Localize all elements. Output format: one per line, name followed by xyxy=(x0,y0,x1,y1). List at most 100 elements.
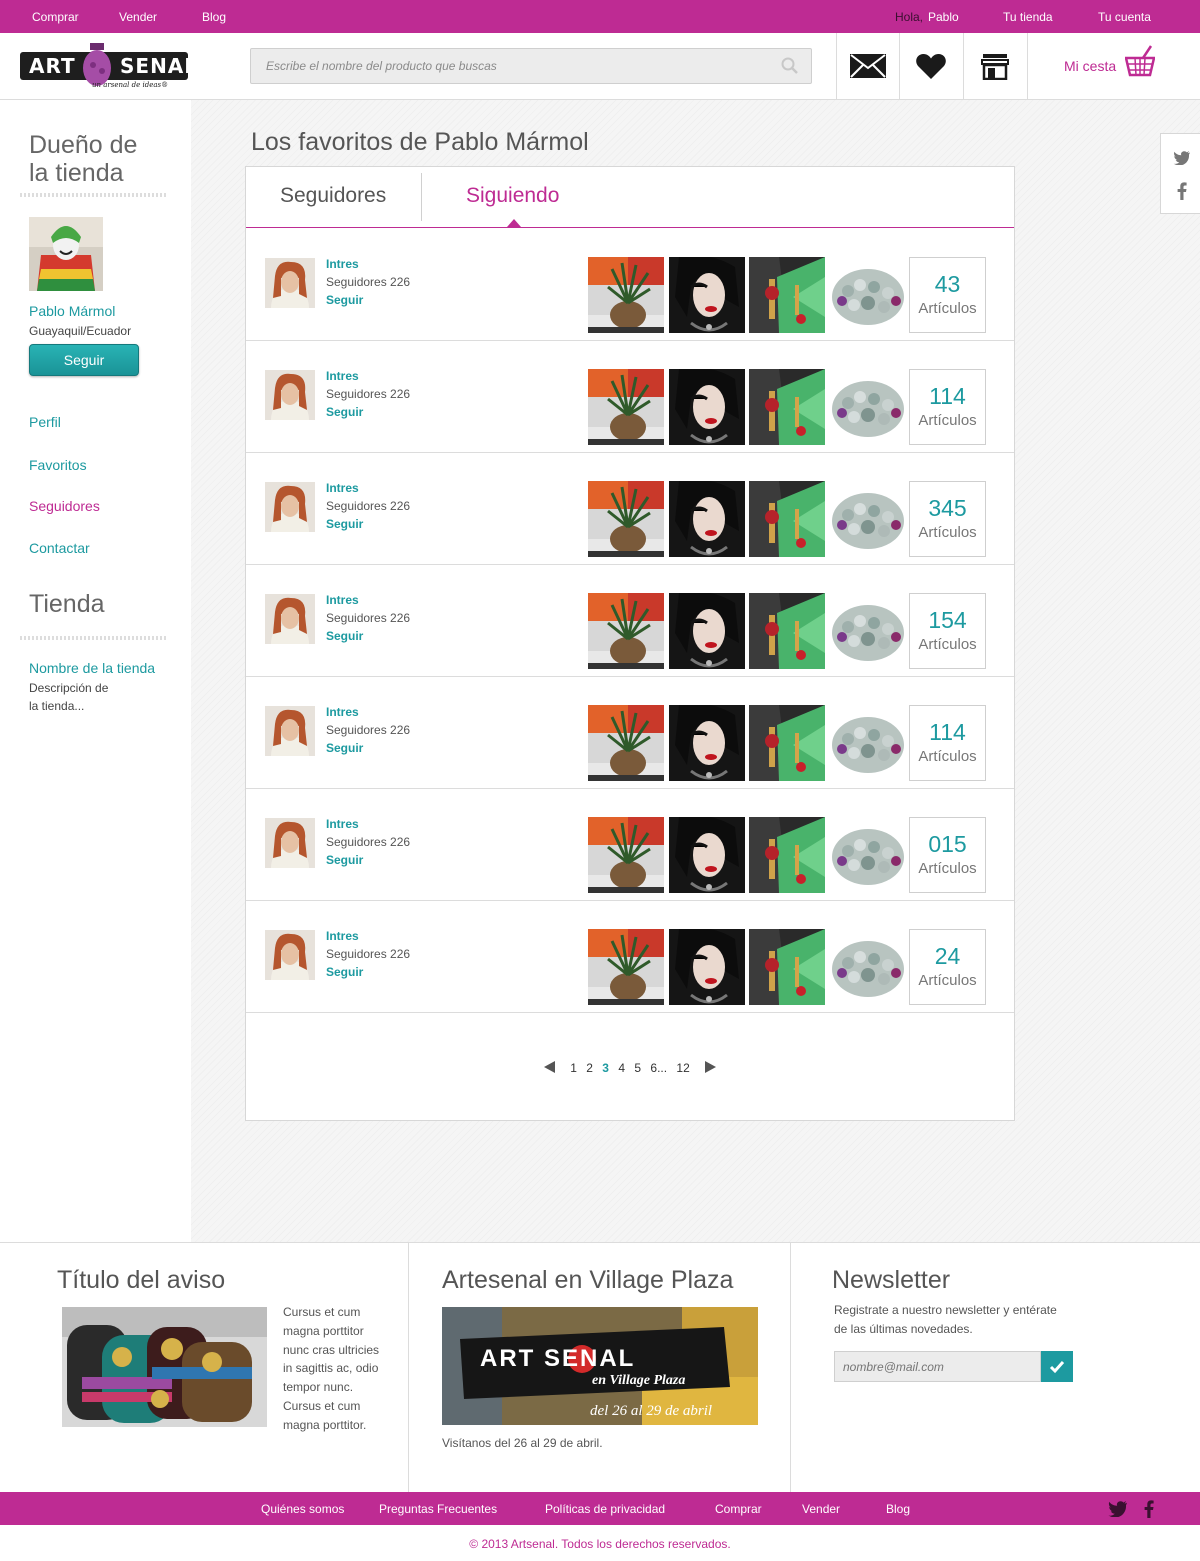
tab-siguiendo[interactable]: Siguiendo xyxy=(466,184,559,208)
user-avatar[interactable] xyxy=(265,594,315,644)
search-icon[interactable] xyxy=(781,57,799,75)
page-link[interactable]: 4 xyxy=(618,1061,625,1075)
page-link[interactable]: 1 xyxy=(570,1061,577,1075)
follow-user-link[interactable]: Seguir xyxy=(326,293,363,307)
product-thumbnail[interactable] xyxy=(669,593,745,669)
articles-count-box[interactable]: 154 Artículos xyxy=(909,593,986,669)
store-name-link[interactable]: Nombre de la tienda xyxy=(29,660,155,676)
user-avatar[interactable] xyxy=(265,370,315,420)
search-input[interactable] xyxy=(251,49,751,83)
user-avatar[interactable] xyxy=(265,258,315,308)
owner-avatar[interactable] xyxy=(29,217,103,291)
messages-button[interactable] xyxy=(836,33,899,99)
product-thumbnail[interactable] xyxy=(669,929,745,1005)
page-link[interactable]: 2 xyxy=(586,1061,593,1075)
user-avatar[interactable] xyxy=(265,706,315,756)
sidebar-item-favoritos[interactable]: Favoritos xyxy=(29,457,87,473)
user-avatar[interactable] xyxy=(265,930,315,980)
product-thumbnail[interactable] xyxy=(749,257,825,333)
user-name[interactable]: Intres xyxy=(326,369,359,383)
prev-page-icon[interactable] xyxy=(543,1061,556,1073)
newsletter-submit-button[interactable] xyxy=(1041,1351,1073,1382)
sidebar-item-seguidores[interactable]: Seguidores xyxy=(29,498,100,514)
user-avatar[interactable] xyxy=(265,482,315,532)
follow-user-link[interactable]: Seguir xyxy=(326,629,363,643)
user-name[interactable]: Intres xyxy=(326,817,359,831)
follow-user-link[interactable]: Seguir xyxy=(326,965,363,979)
product-thumbnail[interactable] xyxy=(588,929,664,1005)
user-name[interactable]: Intres xyxy=(326,481,359,495)
product-thumbnail[interactable] xyxy=(669,257,745,333)
sidebar-item-perfil[interactable]: Perfil xyxy=(29,414,61,430)
top-link-tu-cuenta[interactable]: Tu cuenta xyxy=(1098,10,1151,24)
favorites-button[interactable] xyxy=(899,33,962,99)
follow-owner-button[interactable]: Seguir xyxy=(29,344,139,376)
top-link-comprar[interactable]: Comprar xyxy=(32,10,79,24)
store-button[interactable] xyxy=(963,33,1026,99)
page-link[interactable]: 6 xyxy=(650,1061,657,1075)
facebook-icon[interactable] xyxy=(1144,1500,1154,1518)
product-thumbnail[interactable] xyxy=(588,817,664,893)
product-thumbnail[interactable] xyxy=(588,257,664,333)
articles-count-box[interactable]: 345 Artículos xyxy=(909,481,986,557)
newsletter-email-input[interactable] xyxy=(834,1351,1041,1382)
articles-count-box[interactable]: 114 Artículos xyxy=(909,705,986,781)
artsenal-logo[interactable]: ART SENAL un arsenal de ideas® xyxy=(19,39,199,89)
top-link-tu-tienda[interactable]: Tu tienda xyxy=(1003,10,1053,24)
twitter-icon[interactable] xyxy=(1173,151,1191,165)
event-banner[interactable]: ART SENAL en Village Plaza del 26 al 29 … xyxy=(442,1307,758,1425)
user-name[interactable]: Intres xyxy=(326,257,359,271)
footer-link-privacidad[interactable]: Políticas de privacidad xyxy=(545,1502,665,1516)
follow-user-link[interactable]: Seguir xyxy=(326,853,363,867)
owner-name[interactable]: Pablo Mármol xyxy=(29,303,115,319)
articles-count-box[interactable]: 24 Artículos xyxy=(909,929,986,1005)
product-thumbnail[interactable] xyxy=(830,929,906,1005)
page-link[interactable]: 5 xyxy=(634,1061,641,1075)
facebook-icon[interactable] xyxy=(1177,182,1187,200)
user-name[interactable]: Intres xyxy=(326,593,359,607)
page-link[interactable]: 12 xyxy=(676,1061,689,1075)
greeting-username[interactable]: Pablo xyxy=(928,10,959,24)
top-link-vender[interactable]: Vender xyxy=(119,10,157,24)
sidebar-item-contactar[interactable]: Contactar xyxy=(29,540,90,556)
product-thumbnail[interactable] xyxy=(749,481,825,557)
articles-count-box[interactable]: 114 Artículos xyxy=(909,369,986,445)
footer-link-faq[interactable]: Preguntas Frecuentes xyxy=(379,1502,497,1516)
product-thumbnail[interactable] xyxy=(830,481,906,557)
follow-user-link[interactable]: Seguir xyxy=(326,517,363,531)
twitter-icon[interactable] xyxy=(1108,1501,1128,1517)
page-link-current[interactable]: 3 xyxy=(602,1061,609,1075)
product-thumbnail[interactable] xyxy=(669,481,745,557)
product-thumbnail[interactable] xyxy=(830,257,906,333)
product-thumbnail[interactable] xyxy=(749,369,825,445)
footer-link-blog[interactable]: Blog xyxy=(886,1502,910,1516)
footer-link-vender[interactable]: Vender xyxy=(802,1502,840,1516)
product-thumbnail[interactable] xyxy=(749,817,825,893)
follow-user-link[interactable]: Seguir xyxy=(326,741,363,755)
articles-count-box[interactable]: 015 Artículos xyxy=(909,817,986,893)
product-thumbnail[interactable] xyxy=(669,369,745,445)
product-thumbnail[interactable] xyxy=(669,817,745,893)
product-thumbnail[interactable] xyxy=(749,929,825,1005)
cart-button[interactable]: Mi cesta xyxy=(1027,33,1200,99)
top-link-blog[interactable]: Blog xyxy=(202,10,226,24)
next-page-icon[interactable] xyxy=(704,1061,717,1073)
footer-link-quienes-somos[interactable]: Quiénes somos xyxy=(261,1502,344,1516)
product-thumbnail[interactable] xyxy=(588,481,664,557)
product-thumbnail[interactable] xyxy=(830,369,906,445)
user-avatar[interactable] xyxy=(265,818,315,868)
product-thumbnail[interactable] xyxy=(588,369,664,445)
product-thumbnail[interactable] xyxy=(669,705,745,781)
user-name[interactable]: Intres xyxy=(326,929,359,943)
product-thumbnail[interactable] xyxy=(830,817,906,893)
product-thumbnail[interactable] xyxy=(749,705,825,781)
notice-image[interactable] xyxy=(62,1307,267,1427)
product-thumbnail[interactable] xyxy=(588,593,664,669)
user-name[interactable]: Intres xyxy=(326,705,359,719)
product-thumbnail[interactable] xyxy=(830,705,906,781)
follow-user-link[interactable]: Seguir xyxy=(326,405,363,419)
footer-link-comprar[interactable]: Comprar xyxy=(715,1502,762,1516)
tab-seguidores[interactable]: Seguidores xyxy=(280,184,386,208)
articles-count-box[interactable]: 43 Artículos xyxy=(909,257,986,333)
product-thumbnail[interactable] xyxy=(588,705,664,781)
